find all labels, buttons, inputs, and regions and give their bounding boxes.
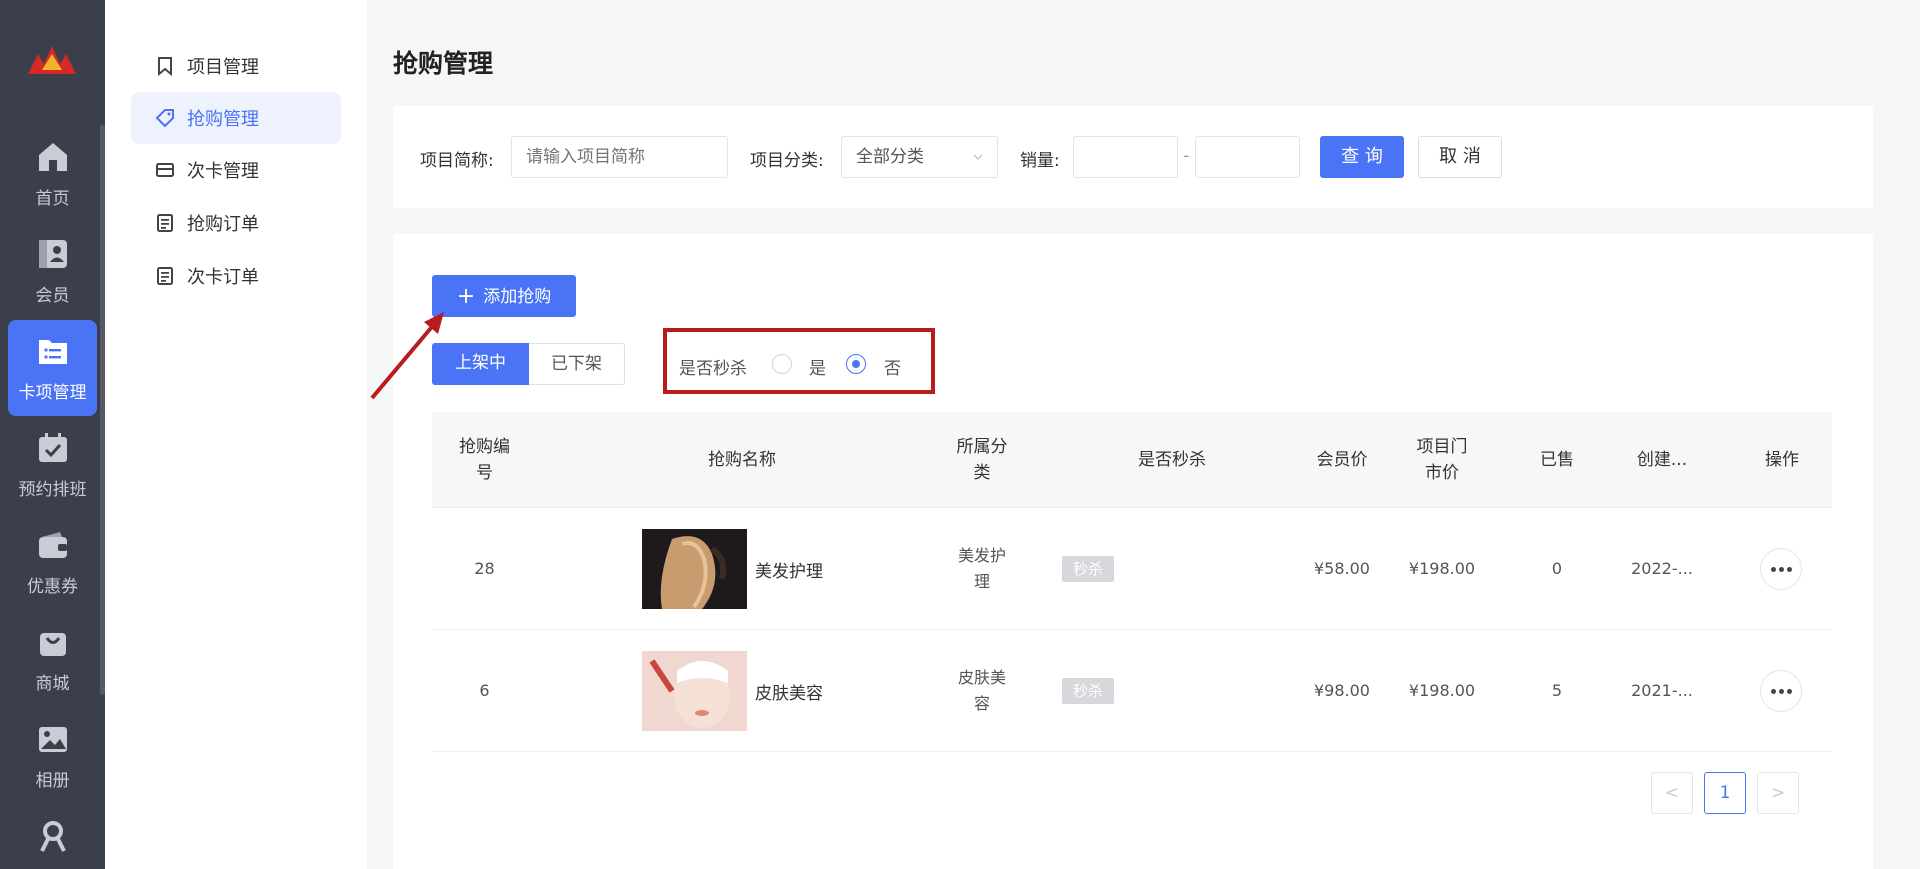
submenu-item-label: 抢购管理: [187, 109, 259, 130]
name-filter-label: 项目简称:: [420, 151, 494, 171]
submenu-item-project-management[interactable]: 项目管理: [131, 40, 341, 92]
sales-max-input[interactable]: [1195, 136, 1300, 178]
cell-created: 2021-...: [1631, 681, 1693, 700]
flash-sale-no-label[interactable]: 否: [884, 354, 901, 379]
main-sidebar: 首页 会员 卡项管理 预约排班 优惠券 商城 相册: [0, 0, 105, 869]
cell-created: 2022-...: [1631, 559, 1693, 578]
filter-panel: 项目简称: 项目分类: 全部分类 销量: - 查 询 取 消: [393, 106, 1873, 208]
nav-item-card-management[interactable]: 卡项管理: [8, 320, 97, 416]
more-actions-button[interactable]: [1760, 670, 1802, 712]
pagination-next-button[interactable]: >: [1757, 772, 1799, 814]
sales-filter-label: 销量:: [1020, 151, 1060, 171]
cell-name: 皮肤美容: [755, 683, 823, 704]
cell-market-price: ¥198.00: [1408, 681, 1476, 700]
sales-min-input[interactable]: [1073, 136, 1178, 178]
order-doc-icon: [157, 267, 173, 285]
annotation-arrow: [370, 312, 444, 400]
nav-item-label: 预约排班: [18, 480, 87, 500]
nav-item-home[interactable]: 首页: [8, 126, 97, 222]
cancel-button[interactable]: 取 消: [1418, 136, 1502, 178]
flash-sale-filter-label: 是否秒杀: [679, 359, 747, 379]
cell-category: 皮肤美容: [957, 668, 1006, 713]
nav-item-member[interactable]: 会员: [8, 223, 97, 319]
home-icon: [39, 143, 67, 171]
cell-name: 美发护理: [755, 561, 823, 582]
cell-member-price: ¥98.00: [1314, 681, 1370, 700]
table-row: 6 皮肤美容 皮肤美容 秒杀 ¥98.00 ¥198.00 5 2021-...: [432, 630, 1832, 752]
category-select-value: 全部分类: [856, 147, 924, 167]
flash-sale-no-radio[interactable]: [846, 354, 866, 374]
wallet-icon: [39, 532, 67, 558]
flash-sale-badge: 秒杀: [1062, 556, 1114, 582]
nav-item-album[interactable]: 相册: [8, 708, 97, 804]
nav-item-label: 会员: [35, 286, 70, 306]
cell-id: 6: [479, 681, 490, 700]
submenu-item-punch-card-orders[interactable]: 次卡订单: [131, 250, 341, 302]
column-header-sold: 已售: [1540, 450, 1574, 470]
pagination-page-1[interactable]: 1: [1704, 772, 1746, 814]
column-header-created: 创建...: [1636, 450, 1688, 470]
more-actions-button[interactable]: [1760, 548, 1802, 590]
staff-icon: [40, 821, 66, 852]
column-header-flash-sale: 是否秒杀: [1138, 450, 1206, 470]
facial-photo-thumbnail: [642, 651, 747, 731]
name-search-input[interactable]: [511, 136, 728, 178]
brand-logo: [28, 46, 76, 74]
sales-range-separator: -: [1183, 146, 1190, 166]
submenu-item-label: 次卡订单: [187, 267, 259, 288]
pagination-prev-button[interactable]: <: [1651, 772, 1693, 814]
member-icon: [39, 240, 67, 268]
submenu-item-label: 次卡管理: [187, 161, 259, 182]
nav-item-label: 卡项管理: [18, 383, 87, 403]
tag-icon: [155, 109, 174, 128]
nav-item-staff[interactable]: [8, 805, 97, 869]
nav-item-label: 商城: [35, 674, 70, 694]
chevron-down-icon: [973, 154, 983, 160]
add-flash-sale-label: 添加抢购: [483, 287, 552, 307]
nav-item-label: 相册: [35, 771, 70, 791]
hair-photo-thumbnail: [642, 529, 747, 609]
calendar-check-icon: [39, 433, 67, 462]
column-header-id: 抢购编号: [459, 437, 510, 483]
column-header-name: 抢购名称: [708, 450, 776, 470]
column-header-market-price: 项目门市价: [1416, 437, 1468, 483]
card-folder-icon: [39, 340, 67, 364]
nav-item-label: 优惠券: [27, 577, 78, 597]
submenu-item-punch-card-management[interactable]: 次卡管理: [131, 144, 341, 196]
cell-market-price: ¥198.00: [1408, 559, 1476, 578]
shopping-bag-icon: [40, 633, 66, 656]
table-header: 抢购编号 抢购名称 所属分类 是否秒杀 会员价 项目门市价 已售 创建... 操…: [432, 412, 1832, 508]
flash-sale-badge: 秒杀: [1062, 678, 1114, 704]
table-row: 28 美发护理 美发护理 秒杀 ¥58.00 ¥198.00 0 2022-..…: [432, 508, 1832, 630]
submenu-item-flash-sale-orders[interactable]: 抢购订单: [131, 197, 341, 249]
category-select[interactable]: 全部分类: [841, 136, 998, 178]
nav-item-booking[interactable]: 预约排班: [8, 417, 97, 513]
order-doc-icon: [157, 214, 173, 232]
submenu-item-flash-sale-management[interactable]: 抢购管理: [131, 92, 341, 144]
bookmark-icon: [158, 57, 172, 76]
column-header-actions: 操作: [1765, 450, 1799, 470]
nav-item-label: 首页: [35, 189, 70, 209]
submenu-item-label: 抢购订单: [187, 214, 259, 235]
album-icon: [39, 727, 67, 752]
tab-off-shelf[interactable]: 已下架: [529, 343, 625, 385]
cell-sold: 0: [1551, 559, 1563, 578]
query-button[interactable]: 查 询: [1320, 136, 1404, 178]
card-icon: [156, 163, 174, 177]
column-header-member-price: 会员价: [1316, 450, 1368, 470]
nav-item-coupon[interactable]: 优惠券: [8, 514, 97, 610]
page-title: 抢购管理: [393, 49, 494, 78]
flash-sale-yes-radio[interactable]: [772, 354, 792, 374]
submenu-item-label: 项目管理: [187, 57, 259, 78]
column-header-category: 所属分类: [956, 437, 1008, 483]
secondary-menu: 项目管理 抢购管理 次卡管理 抢购订单 次卡订单: [105, 0, 367, 869]
cell-id: 28: [474, 559, 495, 578]
nav-item-mall[interactable]: 商城: [8, 611, 97, 707]
cell-member-price: ¥58.00: [1314, 559, 1370, 578]
flash-sale-list-panel: + 添加抢购 上架中 已下架 是否秒杀 是 否 抢购编号 抢购名称 所属分类 是否…: [393, 234, 1873, 869]
flash-sale-yes-label[interactable]: 是: [809, 354, 826, 379]
cell-category: 美发护理: [957, 546, 1006, 591]
category-filter-label: 项目分类:: [750, 151, 824, 171]
cell-sold: 5: [1551, 681, 1563, 700]
